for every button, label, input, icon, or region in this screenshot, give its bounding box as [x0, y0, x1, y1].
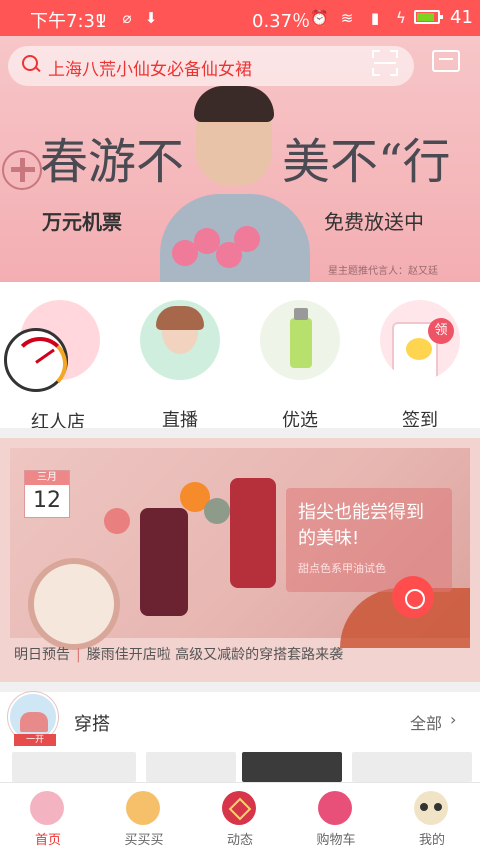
- promo-card[interactable]: 三月 12 指尖也能尝得到的美味! 甜点色系甲油试色 明日预告 | 滕雨佳开店啦 高…: [0, 438, 480, 682]
- nail-polish-promo-image: 三月 12 指尖也能尝得到的美味! 甜点色系甲油试色: [10, 448, 470, 650]
- view-all-link[interactable]: 全部: [410, 710, 442, 734]
- promo-subtagline: 甜点色系甲油试色: [298, 562, 386, 575]
- message-icon[interactable]: [432, 50, 460, 72]
- bottom-tab-bar: 首页 买买买 动态 购物车 我的: [0, 782, 480, 852]
- flower-bouquet-image: [172, 220, 268, 282]
- chevron-right-icon[interactable]: ›: [450, 710, 456, 729]
- download-icon: ⬇: [144, 9, 158, 27]
- tab-cart[interactable]: 购物车: [288, 783, 384, 852]
- banner-headline-left: 春游不: [40, 134, 185, 190]
- preview-text: 滕雨佳开店啦 高级又减龄的穿搭套路来袭: [86, 647, 344, 663]
- preview-separator: |: [76, 647, 81, 663]
- calendar-day: 12: [33, 488, 61, 513]
- alarm-icon: ⏰: [310, 9, 329, 27]
- preview-ticker[interactable]: 明日预告 | 滕雨佳开店啦 高级又减龄的穿搭套路来袭: [14, 644, 343, 664]
- tab-label: 买买买: [124, 833, 164, 848]
- outfit-thumbnail[interactable]: [12, 752, 136, 782]
- section-title: 穿搭: [74, 714, 110, 735]
- quick-link-hongrendian[interactable]: 红人店: [0, 300, 120, 433]
- nail-polish-bottle-image: [140, 508, 188, 616]
- section-divider: [0, 428, 480, 438]
- promo-tagline: 指尖也能尝得到的美味!: [298, 502, 424, 549]
- section-badge: 一开: [14, 734, 56, 746]
- checkin-phone-icon: 领: [380, 300, 460, 380]
- search-input[interactable]: 上海八荒小仙女必备仙女裙: [48, 55, 252, 80]
- battery-level: 41: [450, 7, 473, 28]
- usb-icon: ψ: [96, 9, 106, 27]
- status-bar: 下午7:31 ψ ⌀ ⬇ 0.37％ ⏰ ≋ ▮ ϟ 41: [0, 0, 480, 36]
- home-icon: [30, 791, 64, 825]
- banner-subtitle-left: 万元机票: [42, 210, 122, 234]
- quick-link-selected[interactable]: 优选: [240, 300, 360, 431]
- live-girl-icon: [140, 300, 220, 380]
- calendar-badge: 三月 12: [24, 470, 70, 518]
- snow-globe-icon: 一开: [8, 692, 58, 746]
- outfit-thumbnails: [0, 748, 480, 782]
- wifi-icon: ≋: [340, 9, 354, 27]
- battery-percent: 0.37％: [252, 11, 311, 32]
- tab-home[interactable]: 首页: [0, 783, 96, 852]
- swiss-cross-icon: [2, 150, 42, 190]
- coupon-badge: 领: [428, 318, 454, 344]
- banner-credit: 星主题推代言人：赵又廷: [328, 266, 438, 277]
- moments-icon: [222, 791, 256, 825]
- tab-label: 首页: [34, 833, 61, 848]
- tab-shop[interactable]: 买买买: [96, 783, 192, 852]
- banner-subtitle-right: 免费放送中: [324, 210, 424, 234]
- shopping-bag-icon: [126, 791, 160, 825]
- play-audio-icon[interactable]: [392, 576, 434, 618]
- promo-tagline-box: 指尖也能尝得到的美味! 甜点色系甲油试色: [286, 488, 452, 592]
- outfit-thumbnail[interactable]: [352, 752, 472, 782]
- section-divider: [0, 682, 480, 692]
- cart-icon: [318, 791, 352, 825]
- profile-icon: [414, 791, 448, 825]
- perfume-bottle-icon: [260, 300, 340, 380]
- quick-link-live[interactable]: 直播: [120, 300, 240, 431]
- outfit-thumbnail[interactable]: [146, 752, 236, 782]
- gauge-icon: [4, 328, 68, 392]
- battery-icon: [414, 10, 443, 24]
- quick-links: 红人店 直播 优选 领 签到: [0, 282, 480, 433]
- usb-debug-icon: ⌀: [122, 9, 132, 27]
- tab-profile[interactable]: 我的: [384, 783, 480, 852]
- tab-moments[interactable]: 动态: [192, 783, 288, 852]
- signal-icon: ▮: [370, 9, 380, 27]
- preview-label: 明日预告: [14, 647, 70, 663]
- quick-link-checkin[interactable]: 领 签到: [360, 300, 480, 431]
- scan-icon[interactable]: [372, 50, 398, 76]
- nail-polish-bottle-image: [230, 478, 276, 588]
- compact-powder-image: [28, 558, 120, 650]
- outfit-section-header: 一开 穿搭 全部 ›: [0, 692, 480, 748]
- calendar-month: 三月: [25, 471, 69, 485]
- charging-icon: ϟ: [396, 9, 406, 27]
- tab-label: 我的: [418, 833, 445, 848]
- tab-label: 购物车: [316, 833, 356, 848]
- tab-label: 动态: [226, 833, 253, 848]
- banner-headline-right: 美不“行: [282, 134, 451, 190]
- search-icon: [22, 55, 42, 75]
- outfit-thumbnail[interactable]: [242, 752, 342, 782]
- hero-banner[interactable]: 春游不 美不“行 万元机票 免费放送中 星主题推代言人：赵又廷 上海八荒小仙女必…: [0, 36, 480, 282]
- search-bar[interactable]: 上海八荒小仙女必备仙女裙: [8, 46, 414, 86]
